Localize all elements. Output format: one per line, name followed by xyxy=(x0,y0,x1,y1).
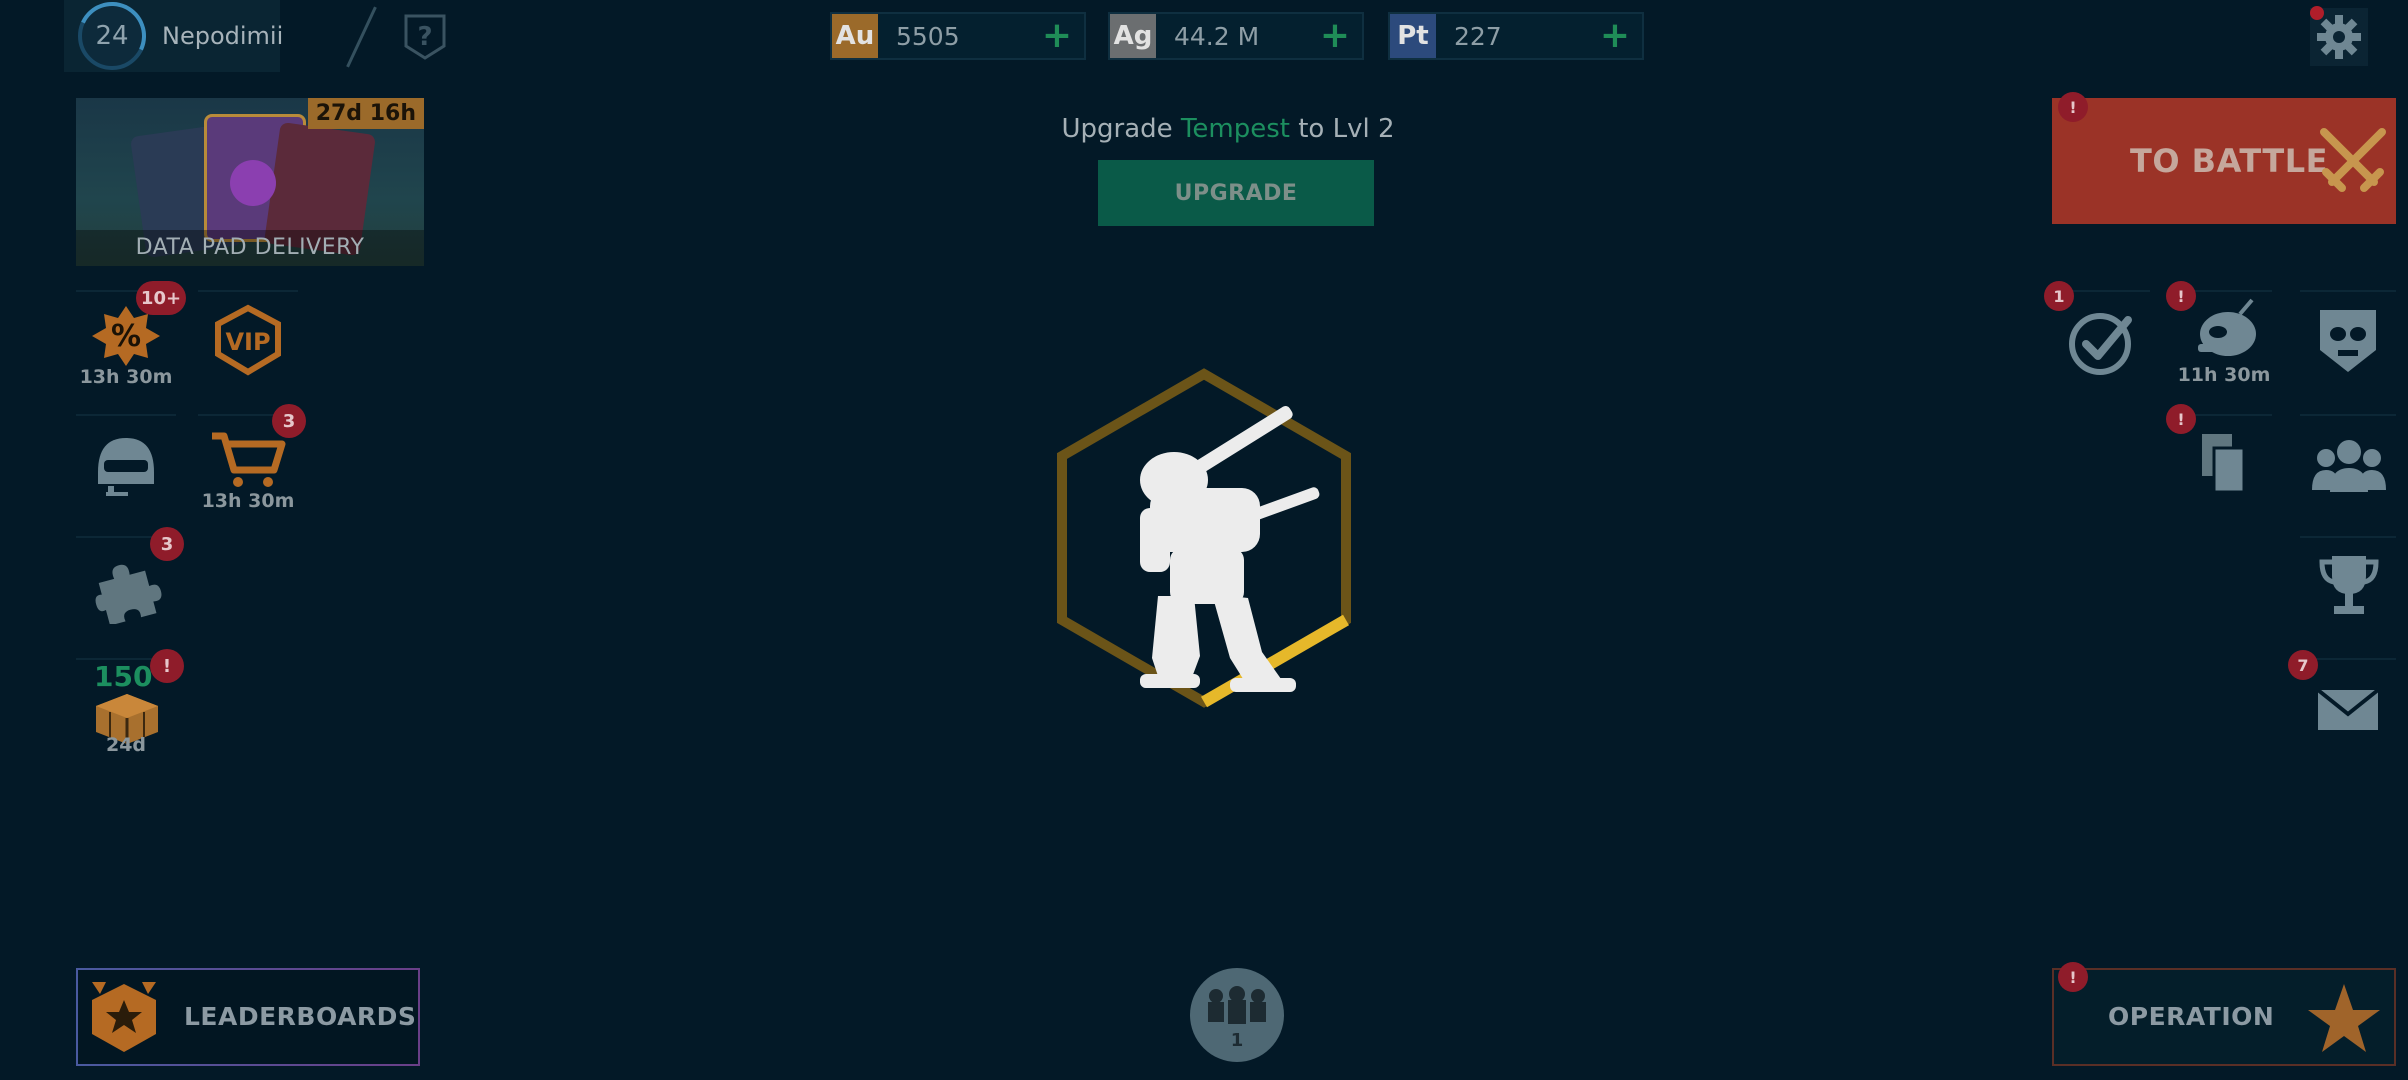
svg-text:?: ? xyxy=(417,22,432,52)
question-shield-icon[interactable]: ? xyxy=(402,12,448,62)
gold-icon: Au xyxy=(832,14,878,58)
operation-badge: ! xyxy=(2058,962,2088,992)
upgrade-button[interactable]: UPGRADE xyxy=(1098,160,1374,226)
robot-emblem[interactable] xyxy=(1054,368,1354,708)
clan-activity-button[interactable]: 1 xyxy=(1190,968,1284,1062)
pilots-button[interactable] xyxy=(76,414,176,524)
data-pad-label: DATA PAD DELIVERY xyxy=(76,230,424,266)
currency-silver[interactable]: Ag 44.2 M + xyxy=(1108,12,1364,60)
player-level-badge: 24 xyxy=(78,2,146,70)
shopping-cart-icon xyxy=(212,432,286,487)
platinum-icon: Pt xyxy=(1390,14,1436,58)
trophy-button[interactable] xyxy=(2300,536,2396,646)
to-battle-badge: ! xyxy=(2058,92,2088,122)
vip-shield-icon: VIP xyxy=(215,304,281,376)
silver-icon: Ag xyxy=(1110,14,1156,58)
event-badge: ! xyxy=(2166,281,2196,311)
crate-badge: ! xyxy=(150,649,184,683)
data-pad-core-icon xyxy=(230,160,276,206)
shop-badge: 3 xyxy=(272,404,306,438)
clan-members-icon xyxy=(1208,986,1266,1024)
vip-label: VIP xyxy=(225,328,270,356)
star-icon xyxy=(2308,984,2380,1052)
player-name: Nepodimii xyxy=(162,22,284,50)
trophy-icon xyxy=(2319,556,2379,614)
group-people-icon xyxy=(2312,440,2386,492)
components-badge: 3 xyxy=(150,527,184,561)
crossed-swords-icon xyxy=(2320,128,2386,192)
vip-button[interactable]: VIP xyxy=(198,290,298,400)
sale-badge: 10+ xyxy=(136,281,186,315)
crate-count: 150 xyxy=(94,660,153,693)
crate-timer: 24d xyxy=(105,734,147,756)
puzzle-piece-icon xyxy=(95,564,162,624)
settings-notification-dot xyxy=(2310,6,2324,20)
platinum-value: 227 xyxy=(1454,22,1502,51)
pilot-helmet-icon xyxy=(98,438,154,496)
cards-badge: ! xyxy=(2166,404,2196,434)
silver-value: 44.2 M xyxy=(1174,22,1260,51)
leaderboards-button[interactable]: LEADERBOARDS xyxy=(76,968,420,1066)
upgrade-prefix: Upgrade xyxy=(1061,114,1181,144)
upgrade-suffix: to Lvl 2 xyxy=(1289,114,1395,144)
alien-head-icon xyxy=(2198,298,2256,356)
to-battle-label: TO BATTLE xyxy=(2130,142,2328,180)
player-level: 24 xyxy=(95,21,129,51)
event-timer: 11h 30m xyxy=(2177,364,2271,386)
add-silver-button[interactable]: + xyxy=(1320,18,1350,54)
tasks-badge: 1 xyxy=(2044,281,2074,311)
currency-gold[interactable]: Au 5505 + xyxy=(830,12,1086,60)
skull-button[interactable] xyxy=(2300,290,2396,400)
svg-text:%: % xyxy=(111,319,141,354)
gold-value: 5505 xyxy=(896,22,960,51)
add-platinum-button[interactable]: + xyxy=(1600,18,1630,54)
operation-button[interactable]: OPERATION xyxy=(2052,968,2396,1066)
copy-cards-icon xyxy=(2202,434,2246,494)
add-gold-button[interactable]: + xyxy=(1042,18,1072,54)
divider xyxy=(346,6,377,68)
robot-name-link[interactable]: Tempest xyxy=(1181,114,1290,144)
mail-envelope-icon xyxy=(2316,688,2380,730)
leaderboards-label: LEADERBOARDS xyxy=(184,1002,417,1031)
checkmark-circle-icon xyxy=(2069,313,2132,375)
clan-button[interactable] xyxy=(2300,414,2396,524)
upgrade-prompt: Upgrade Tempest to Lvl 2 xyxy=(0,114,2408,144)
mail-badge: 7 xyxy=(2288,650,2318,680)
shop-timer: 13h 30m xyxy=(201,490,295,512)
to-battle-button[interactable]: TO BATTLE xyxy=(2052,98,2396,224)
skull-shield-icon xyxy=(2320,310,2376,372)
leaderboard-badge-icon xyxy=(92,982,156,1052)
operation-label: OPERATION xyxy=(2108,1002,2275,1031)
clan-activity-count: 1 xyxy=(1230,1030,1244,1051)
currency-platinum[interactable]: Pt 227 + xyxy=(1388,12,1644,60)
sale-timer: 13h 30m xyxy=(79,366,173,388)
